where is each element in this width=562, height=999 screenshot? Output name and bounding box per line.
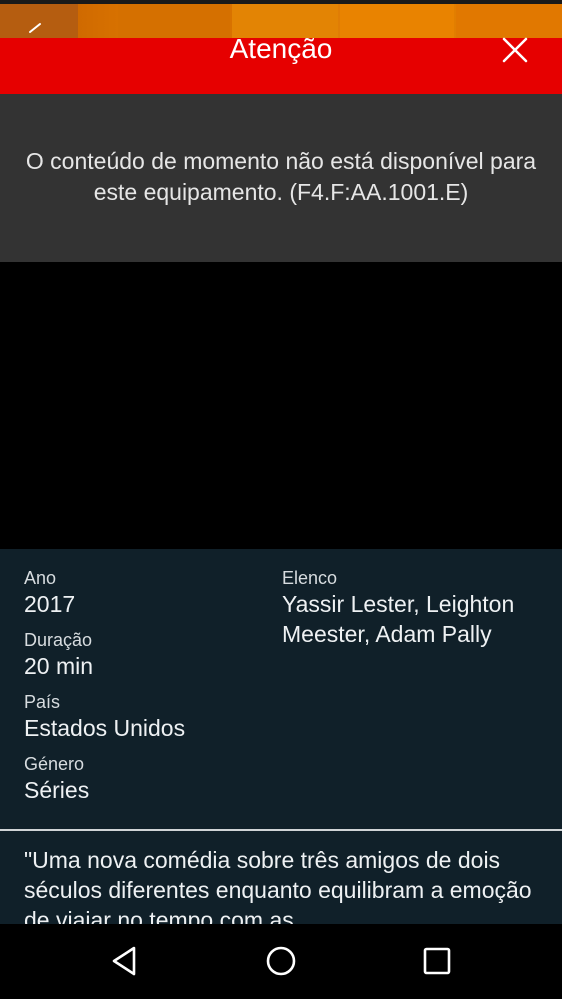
screen: Atenção O conteúdo de momento não está d… — [0, 0, 562, 999]
dialog-title: Atenção — [229, 33, 333, 64]
video-player[interactable] — [0, 262, 562, 549]
cast-label: Elenco — [282, 568, 338, 588]
details-right-column: Elenco Yassir Lester, Leighton Meester, … — [282, 567, 542, 659]
dialog-body: O conteúdo de momento não está disponíve… — [0, 94, 562, 262]
details-left-column: Ano 2017 Duração 20 min País Estados Uni… — [24, 567, 264, 815]
back-arrow-icon[interactable] — [26, 20, 50, 44]
duration-value: 20 min — [24, 653, 94, 679]
year-value: 2017 — [24, 591, 76, 617]
country-label: País — [24, 692, 61, 712]
cast-value: Yassir Lester, Leighton Meester, Adam Pa… — [282, 591, 515, 647]
country-value: Estados Unidos — [24, 715, 186, 741]
close-icon[interactable] — [500, 35, 530, 65]
divider — [0, 829, 562, 831]
dialog-message: O conteúdo de momento não está disponíve… — [25, 148, 537, 205]
nav-recents-icon[interactable] — [420, 944, 454, 978]
duration-label: Duração — [24, 630, 93, 650]
nav-home-icon[interactable] — [264, 944, 298, 978]
navigation-bar — [0, 924, 562, 999]
genre-value: Séries — [24, 777, 90, 803]
year-label: Ano — [24, 568, 57, 588]
synopsis-text: "Uma nova comédia sobre três amigos de d… — [24, 847, 532, 933]
dialog-header: Atenção — [0, 33, 562, 94]
nav-back-icon[interactable] — [108, 944, 142, 978]
details-panel: Ano 2017 Duração 20 min País Estados Uni… — [0, 549, 562, 933]
genre-label: Género — [24, 754, 85, 774]
